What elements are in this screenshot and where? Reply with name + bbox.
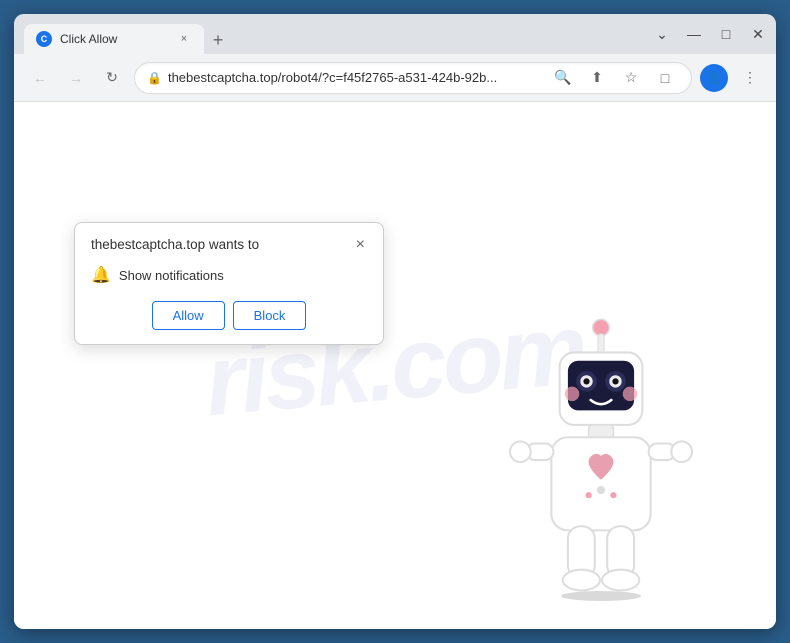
close-button[interactable]: ✕ bbox=[750, 26, 766, 43]
browser-window: C Click Allow × + ⌄ — □ ✕ ← → ↻ 🔒 thebes… bbox=[14, 14, 776, 629]
profile-button[interactable]: 👤 bbox=[700, 64, 728, 92]
bookmark-icon[interactable]: ☆ bbox=[617, 64, 645, 92]
notification-popup: thebestcaptcha.top wants to × 🔔 Show not… bbox=[74, 222, 384, 345]
allow-button[interactable]: Allow bbox=[152, 301, 225, 330]
extensions-icon[interactable]: □ bbox=[651, 64, 679, 92]
url-bar[interactable]: 🔒 thebestcaptcha.top/robot4/?c=f45f2765-… bbox=[134, 62, 692, 94]
popup-title: thebestcaptcha.top wants to bbox=[91, 237, 259, 252]
tab-close-button[interactable]: × bbox=[176, 31, 192, 47]
robot-illustration bbox=[486, 309, 716, 609]
new-tab-button[interactable]: + bbox=[204, 26, 232, 54]
popup-close-button[interactable]: × bbox=[354, 237, 367, 253]
tab-bar: C Click Allow × + bbox=[24, 14, 646, 54]
popup-header: thebestcaptcha.top wants to × bbox=[91, 237, 367, 253]
title-bar: C Click Allow × + ⌄ — □ ✕ bbox=[14, 14, 776, 54]
back-button[interactable]: ← bbox=[26, 64, 54, 92]
refresh-button[interactable]: ↻ bbox=[98, 64, 126, 92]
tab-favicon: C bbox=[36, 31, 52, 47]
popup-buttons: Allow Block bbox=[91, 301, 367, 330]
bell-icon: 🔔 bbox=[91, 265, 111, 285]
url-actions: 🔍 ⬆ ☆ □ bbox=[549, 64, 679, 92]
block-button[interactable]: Block bbox=[233, 301, 307, 330]
address-bar: ← → ↻ 🔒 thebestcaptcha.top/robot4/?c=f45… bbox=[14, 54, 776, 102]
tab-title: Click Allow bbox=[60, 32, 168, 46]
share-icon[interactable]: ⬆ bbox=[583, 64, 611, 92]
chevron-up-icon[interactable]: ⌄ bbox=[654, 26, 670, 43]
menu-button[interactable]: ⋮ bbox=[736, 64, 764, 92]
profile-icon: 👤 bbox=[707, 71, 722, 85]
search-icon[interactable]: 🔍 bbox=[549, 64, 577, 92]
robot-svg bbox=[486, 309, 716, 609]
notification-row: 🔔 Show notifications bbox=[91, 265, 367, 285]
lock-icon: 🔒 bbox=[147, 71, 162, 85]
maximize-button[interactable]: □ bbox=[718, 26, 734, 42]
robot-shadow bbox=[561, 591, 641, 601]
window-controls: ⌄ — □ ✕ bbox=[654, 26, 766, 43]
notification-label: Show notifications bbox=[119, 268, 224, 283]
active-tab[interactable]: C Click Allow × bbox=[24, 24, 204, 54]
forward-button[interactable]: → bbox=[62, 64, 90, 92]
page-content: risk.com thebestcaptcha.top wants to × 🔔… bbox=[14, 102, 776, 629]
minimize-button[interactable]: — bbox=[686, 26, 702, 42]
url-text: thebestcaptcha.top/robot4/?c=f45f2765-a5… bbox=[168, 70, 543, 85]
